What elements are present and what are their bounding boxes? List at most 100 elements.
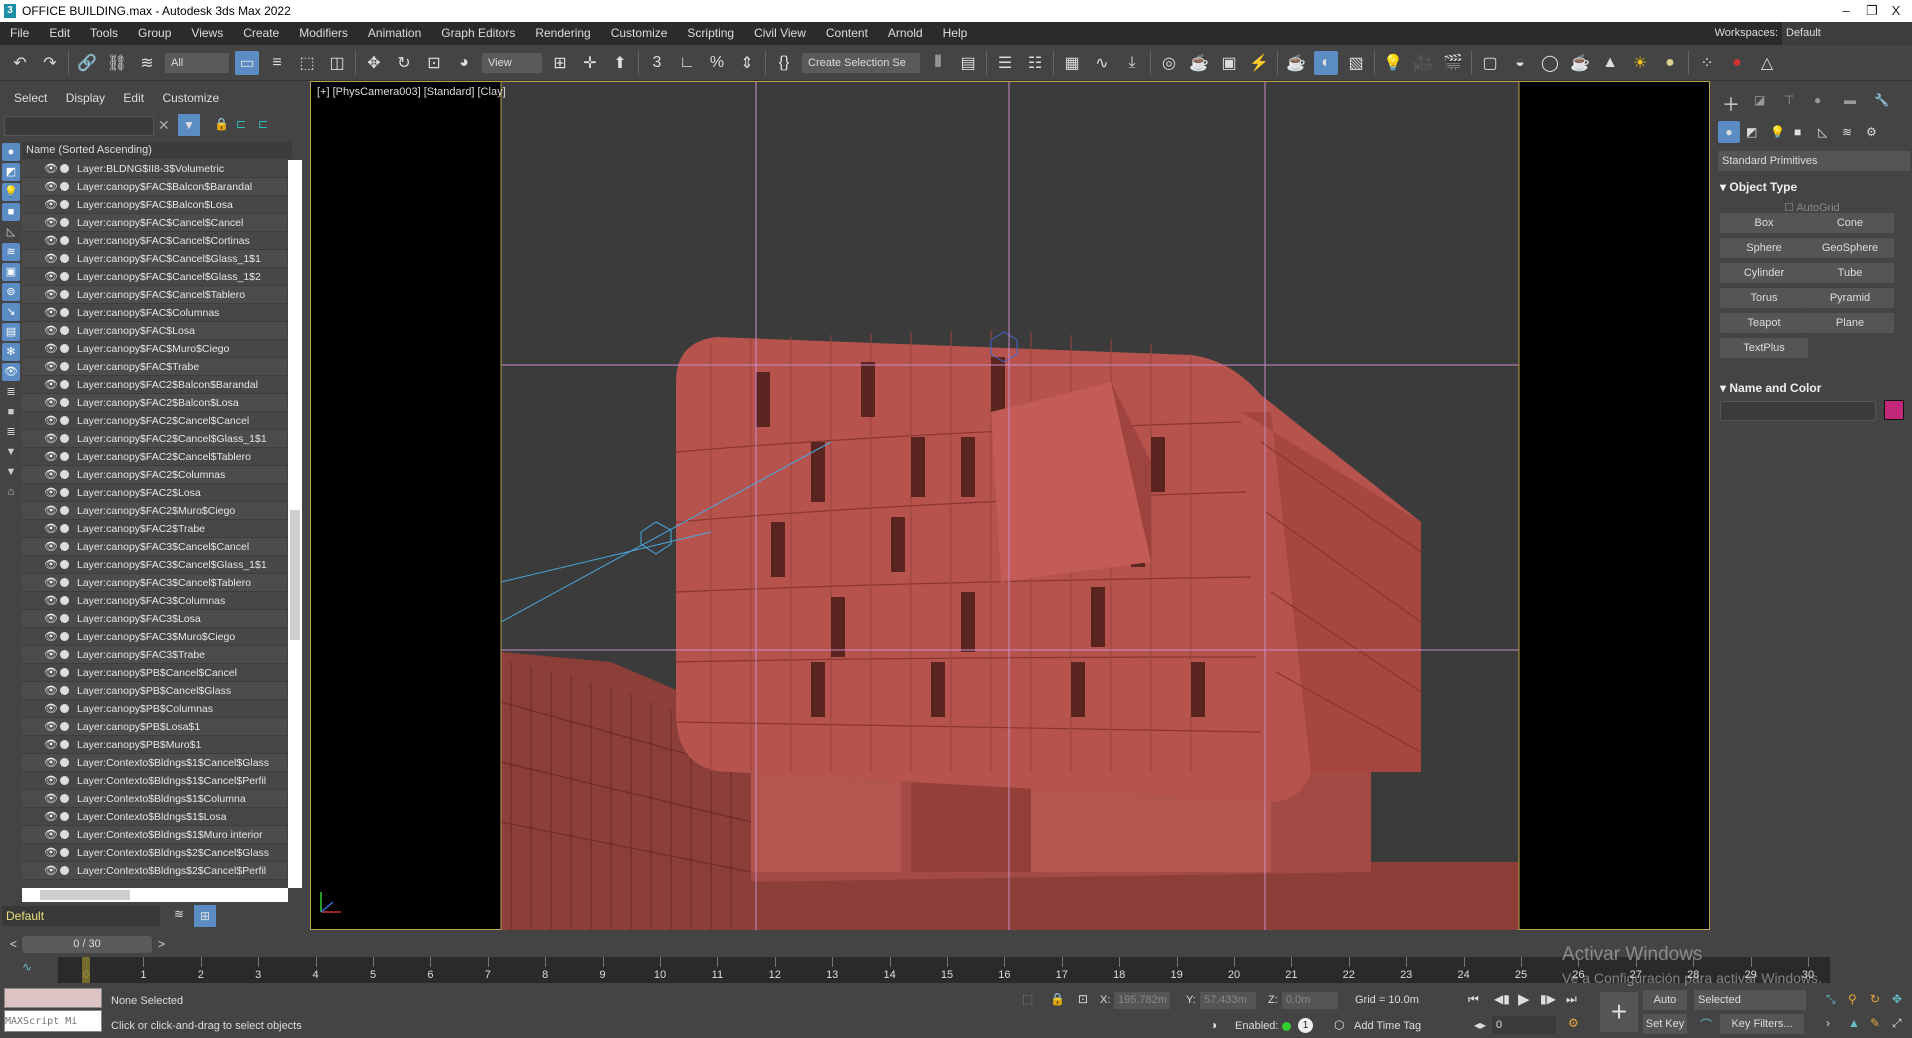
bind-space-warp-icon[interactable]: ≋	[135, 51, 159, 75]
visibility-eye-icon[interactable]: 👁	[44, 862, 58, 880]
create-tab-icon[interactable]: ＋	[1722, 91, 1740, 117]
layer-row[interactable]: 👁 Layer:Contexto$Bldngs$1$Cancel$Perfil	[22, 772, 287, 790]
visibility-eye-icon[interactable]: 👁	[44, 826, 58, 844]
layer-row[interactable]: 👁 Layer:canopy$FAC3$Cancel$Glass_1$1	[22, 556, 287, 574]
freeze-toggle-icon[interactable]	[60, 362, 69, 371]
sort-by-hierarchy-icon[interactable]: ⊞	[194, 905, 216, 927]
layer-row[interactable]: 👁 Layer:canopy$PB$Losa$1	[22, 718, 287, 736]
menu-display[interactable]: Display	[66, 91, 105, 105]
freeze-toggle-icon[interactable]	[60, 290, 69, 299]
mesh-light-icon[interactable]: ☕	[1568, 51, 1592, 75]
key-filters-button[interactable]: Key Filters...	[1720, 1014, 1804, 1034]
menu-modifiers[interactable]: Modifiers	[289, 22, 358, 45]
percent-snap-icon[interactable]: %	[705, 51, 729, 75]
visibility-eye-icon[interactable]: 👁	[44, 502, 58, 520]
layer-row[interactable]: 👁 Layer:canopy$FAC2$Muro$Ciego	[22, 502, 287, 520]
geometry-filter-icon[interactable]: ●	[2, 143, 20, 161]
display-none-icon[interactable]: ■	[2, 403, 20, 421]
helpers-filter-icon[interactable]: ◺	[2, 223, 20, 241]
rendered-frame-window-icon[interactable]: ▣	[1217, 51, 1241, 75]
enabled-indicator[interactable]	[1282, 1022, 1291, 1031]
hidden-filter-icon[interactable]: 👁	[2, 363, 20, 381]
maximize-viewport-icon[interactable]: ⤢	[1892, 1016, 1902, 1031]
viewport-camera[interactable]: [+] [PhysCamera003] [Standard] [Clay]	[310, 81, 1710, 930]
hierarchy-expand-icon[interactable]: ⊏	[236, 117, 246, 131]
layer-row[interactable]: 👁 Layer:canopy$FAC2$Cancel$Glass_1$1	[22, 430, 287, 448]
workspaces-dropdown[interactable]: Default	[1782, 22, 1912, 45]
create-cylinder-button[interactable]: Cylinder	[1720, 263, 1808, 283]
clear-search-icon[interactable]: ✕	[158, 117, 170, 134]
layer-row[interactable]: 👁 Layer:Contexto$Bldngs$1$Columna	[22, 790, 287, 808]
layer-row[interactable]: 👁 Layer:canopy$FAC$Trabe	[22, 358, 287, 376]
freeze-toggle-icon[interactable]	[60, 380, 69, 389]
layer-row[interactable]: 👁 Layer:canopy$PB$Cancel$Glass	[22, 682, 287, 700]
freeze-toggle-icon[interactable]	[60, 398, 69, 407]
rectangular-selection-icon[interactable]: ⬚	[295, 51, 319, 75]
menu-content[interactable]: Content	[816, 22, 878, 45]
layer-row[interactable]: 👁 Layer:canopy$FAC2$Balcon$Losa	[22, 394, 287, 412]
freeze-toggle-icon[interactable]	[60, 182, 69, 191]
default-tangent-icon[interactable]: ⌒	[1700, 1016, 1712, 1033]
visibility-eye-icon[interactable]: 👁	[44, 232, 58, 250]
utilities-tab-icon[interactable]: 🔧	[1874, 93, 1889, 107]
freeze-toggle-icon[interactable]	[60, 326, 69, 335]
freeze-toggle-icon[interactable]	[60, 218, 69, 227]
visibility-eye-icon[interactable]: 👁	[44, 844, 58, 862]
object-type-rollout-header[interactable]: ▾ Object Type	[1720, 180, 1797, 194]
layer-row[interactable]: 👁 Layer:canopy$FAC$Cancel$Glass_1$1	[22, 250, 287, 268]
filter-selected-icon[interactable]: ▼	[2, 443, 20, 461]
selection-lock-icon[interactable]: 🔒	[1050, 992, 1065, 1006]
layer-row[interactable]: 👁 Layer:canopy$FAC$Cancel$Cancel	[22, 214, 287, 232]
select-by-name-icon[interactable]: ≡	[265, 51, 289, 75]
mirror-icon[interactable]: ⫴	[926, 51, 950, 75]
container-icon[interactable]: ⌂	[2, 483, 20, 501]
menu-create[interactable]: Create	[233, 22, 289, 45]
render-setup-icon[interactable]: ☕	[1187, 51, 1211, 75]
previous-frame-icon[interactable]: ◀▮	[1494, 992, 1510, 1006]
freeze-toggle-icon[interactable]	[60, 740, 69, 749]
spot-light-icon[interactable]: ▲	[1598, 51, 1622, 75]
maxscript-mini-listener-input[interactable]	[4, 1010, 102, 1032]
menu-edit[interactable]: Edit	[39, 22, 80, 45]
prev-frame-arrow[interactable]: <	[10, 937, 17, 951]
layer-row[interactable]: 👁 Layer:Contexto$Bldngs$1$Cancel$Glass	[22, 754, 287, 772]
scene-explorer-icon[interactable]: ☰	[993, 51, 1017, 75]
layer-row[interactable]: 👁 Layer:canopy$FAC2$Trabe	[22, 520, 287, 538]
layer-list-horizontal-scrollbar[interactable]	[22, 888, 288, 902]
freeze-toggle-icon[interactable]	[60, 596, 69, 605]
layer-row[interactable]: 👁 Layer:canopy$FAC3$Losa	[22, 610, 287, 628]
layer-row[interactable]: 👁 Layer:canopy$FAC2$Columnas	[22, 466, 287, 484]
select-manipulate-icon[interactable]: ✛	[578, 51, 602, 75]
snaps-toggle-icon[interactable]: 3	[645, 51, 669, 75]
menu-select[interactable]: Select	[14, 91, 47, 105]
render-production-icon[interactable]: ⚡	[1247, 51, 1271, 75]
set-key-plus-icon[interactable]: +	[1600, 992, 1638, 1032]
layer-row[interactable]: 👁 Layer:canopy$FAC2$Balcon$Barandal	[22, 376, 287, 394]
visibility-eye-icon[interactable]: 👁	[44, 682, 58, 700]
menu-civil-view[interactable]: Civil View	[744, 22, 816, 45]
truck-icon[interactable]: ✎	[1870, 1016, 1880, 1030]
freeze-toggle-icon[interactable]	[60, 542, 69, 551]
align-icon[interactable]: ▤	[956, 51, 980, 75]
menu-help[interactable]: Help	[933, 22, 978, 45]
pivot-center-icon[interactable]: ⊞	[548, 51, 572, 75]
layer-row[interactable]: 👁 Layer:Contexto$Bldngs$2$Cancel$Perfil	[22, 862, 287, 880]
unlink-icon[interactable]: ⛓	[105, 51, 129, 75]
freeze-toggle-icon[interactable]	[60, 668, 69, 677]
visibility-eye-icon[interactable]: 👁	[44, 736, 58, 754]
name-color-rollout-header[interactable]: ▾ Name and Color	[1720, 381, 1821, 395]
invert-display-icon[interactable]: ≣	[2, 423, 20, 441]
z-coordinate-field[interactable]: 0.0m	[1282, 992, 1338, 1009]
layer-row[interactable]: 👁 Layer:canopy$FAC$Muro$Ciego	[22, 340, 287, 358]
x-coordinate-field[interactable]: 195.782m	[1114, 992, 1170, 1009]
menu-animation[interactable]: Animation	[358, 22, 431, 45]
layer-row[interactable]: 👁 Layer:canopy$FAC2$Losa	[22, 484, 287, 502]
freeze-toggle-icon[interactable]	[60, 632, 69, 641]
freeze-toggle-icon[interactable]	[60, 866, 69, 875]
visibility-eye-icon[interactable]: 👁	[44, 358, 58, 376]
menu-rendering[interactable]: Rendering	[525, 22, 600, 45]
layer-explorer-icon[interactable]: ☷	[1023, 51, 1047, 75]
set-key-button[interactable]: Set Key	[1643, 1014, 1687, 1034]
close-button[interactable]: X	[1876, 0, 1912, 22]
play-icon[interactable]: ▶	[1518, 990, 1530, 1008]
